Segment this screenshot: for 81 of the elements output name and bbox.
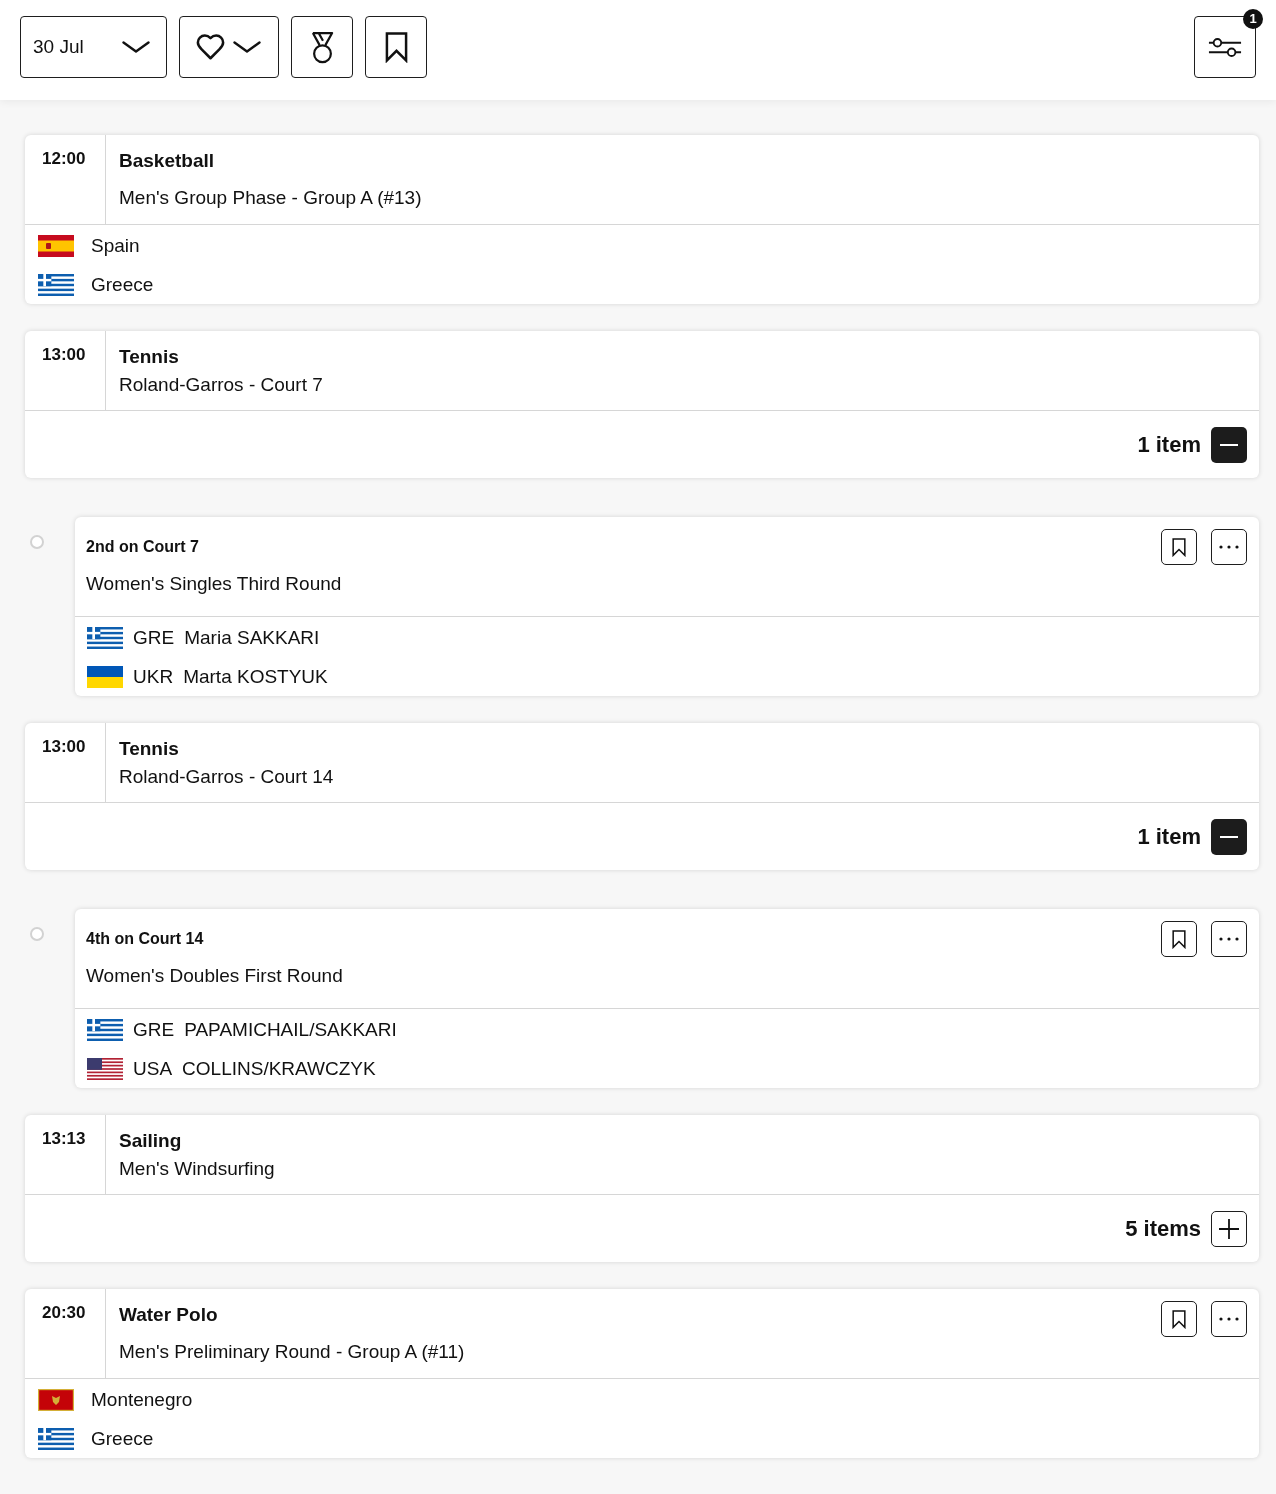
- bookmark-button[interactable]: [1161, 529, 1197, 565]
- filter-button[interactable]: [1194, 16, 1256, 78]
- filter-sliders-icon: [1208, 36, 1242, 58]
- bookmark-button[interactable]: [1161, 921, 1197, 957]
- competitor-name: Marta KOSTYUK: [183, 664, 328, 689]
- greece-flag-icon: [38, 1427, 74, 1450]
- medal-icon: [309, 30, 335, 64]
- court-order: 2nd on Court 7: [86, 537, 200, 557]
- bookmark-button[interactable]: [1161, 1301, 1197, 1337]
- start-time: 12:00: [42, 149, 87, 169]
- session-card[interactable]: 13:00 Tennis Roland-Garros - Court 14 1 item: [25, 723, 1259, 870]
- country-code: GRE: [133, 625, 175, 650]
- sport-name: Tennis: [119, 737, 180, 761]
- start-time: 20:30: [42, 1303, 87, 1323]
- ukraine-flag-icon: [87, 665, 123, 688]
- start-time: 13:00: [42, 345, 87, 365]
- chevron-down-icon: [233, 41, 261, 53]
- venue-name: Men's Windsurfing: [119, 1157, 275, 1181]
- expand-button[interactable]: [1211, 1210, 1247, 1247]
- sport-name: Sailing: [119, 1129, 183, 1153]
- item-count: 1 item: [1137, 822, 1201, 851]
- spain-flag-icon: [38, 234, 74, 257]
- start-time: 13:13: [42, 1129, 87, 1149]
- competitor-name: Montenegro: [91, 1387, 193, 1412]
- ellipsis-icon: [1219, 937, 1239, 941]
- venue-name: Roland-Garros - Court 7: [119, 373, 323, 397]
- match-card[interactable]: 4th on Court 14 Women's Doubles First Round GRE PAPAMICHAIL/SAKKARI USA COLLINS/KRAWCZYK: [75, 909, 1259, 1088]
- event-title: Women's Doubles First Round: [86, 964, 343, 988]
- sport-name: Tennis: [119, 345, 180, 369]
- favourites-dropdown[interactable]: [179, 16, 279, 78]
- venue-name: Roland-Garros - Court 14: [119, 765, 334, 789]
- start-time: 13:00: [42, 737, 87, 757]
- match-card[interactable]: 2nd on Court 7 Women's Singles Third Round GRE Maria SAKKARI UKR Marta KOSTYUK: [75, 517, 1259, 696]
- competitor-name: COLLINS/KRAWCZYK: [182, 1056, 376, 1081]
- plus-icon: [1219, 1218, 1239, 1239]
- competitor-name: Greece: [91, 272, 154, 297]
- country-code: UKR: [133, 664, 174, 689]
- date-dropdown[interactable]: 30 Jul: [20, 16, 167, 78]
- bookmark-icon: [1172, 929, 1186, 949]
- greece-flag-icon: [87, 1018, 123, 1041]
- medal-button[interactable]: [291, 16, 353, 78]
- ring-icon: [30, 535, 44, 549]
- event-card[interactable]: 12:00 Basketball Men's Group Phase - Group A (#13) Spain Greece: [25, 135, 1259, 304]
- greece-flag-icon: [87, 626, 123, 649]
- competitor-name: Greece: [91, 1426, 154, 1451]
- competitor-name: PAPAMICHAIL/SAKKARI: [184, 1017, 397, 1042]
- competitor-name: Spain: [91, 233, 140, 258]
- event-title: Women's Singles Third Round: [86, 572, 342, 596]
- session-card[interactable]: 13:13 Sailing Men's Windsurfing 5 items: [25, 1115, 1259, 1262]
- heart-icon: [196, 34, 225, 60]
- more-options-button[interactable]: [1211, 529, 1247, 565]
- minus-icon: [1220, 443, 1238, 446]
- session-card[interactable]: 13:00 Tennis Roland-Garros - Court 7 1 item: [25, 331, 1259, 478]
- bookmark-icon: [1172, 537, 1186, 557]
- ellipsis-icon: [1219, 545, 1239, 549]
- filter-count-badge: 1: [1243, 9, 1263, 29]
- item-count: 1 item: [1137, 430, 1201, 459]
- bookmark-icon: [384, 31, 408, 63]
- usa-flag-icon: [87, 1057, 123, 1080]
- chevron-down-icon: [122, 41, 150, 53]
- bookmark-button[interactable]: [365, 16, 427, 78]
- event-title: Men's Preliminary Round - Group A (#11): [119, 1340, 465, 1364]
- competitor-name: Maria SAKKARI: [184, 625, 320, 650]
- sport-name: Water Polo: [119, 1303, 219, 1327]
- ellipsis-icon: [1219, 1317, 1239, 1321]
- item-count: 5 items: [1125, 1214, 1201, 1243]
- event-title: Men's Group Phase - Group A (#13): [119, 186, 422, 210]
- more-options-button[interactable]: [1211, 921, 1247, 957]
- more-options-button[interactable]: [1211, 1301, 1247, 1337]
- bookmark-icon: [1172, 1309, 1186, 1329]
- sport-name: Basketball: [119, 149, 216, 173]
- montenegro-flag-icon: [38, 1388, 74, 1411]
- event-card[interactable]: 20:30 Water Polo Men's Preliminary Round - Group A (#11) Montenegro Greece: [25, 1289, 1259, 1458]
- minus-icon: [1220, 835, 1238, 838]
- greece-flag-icon: [38, 273, 74, 296]
- collapse-button[interactable]: [1211, 426, 1247, 463]
- country-code: GRE: [133, 1017, 175, 1042]
- collapse-button[interactable]: [1211, 818, 1247, 855]
- ring-icon: [30, 927, 44, 941]
- country-code: USA: [133, 1056, 173, 1081]
- court-order: 4th on Court 14: [86, 929, 205, 949]
